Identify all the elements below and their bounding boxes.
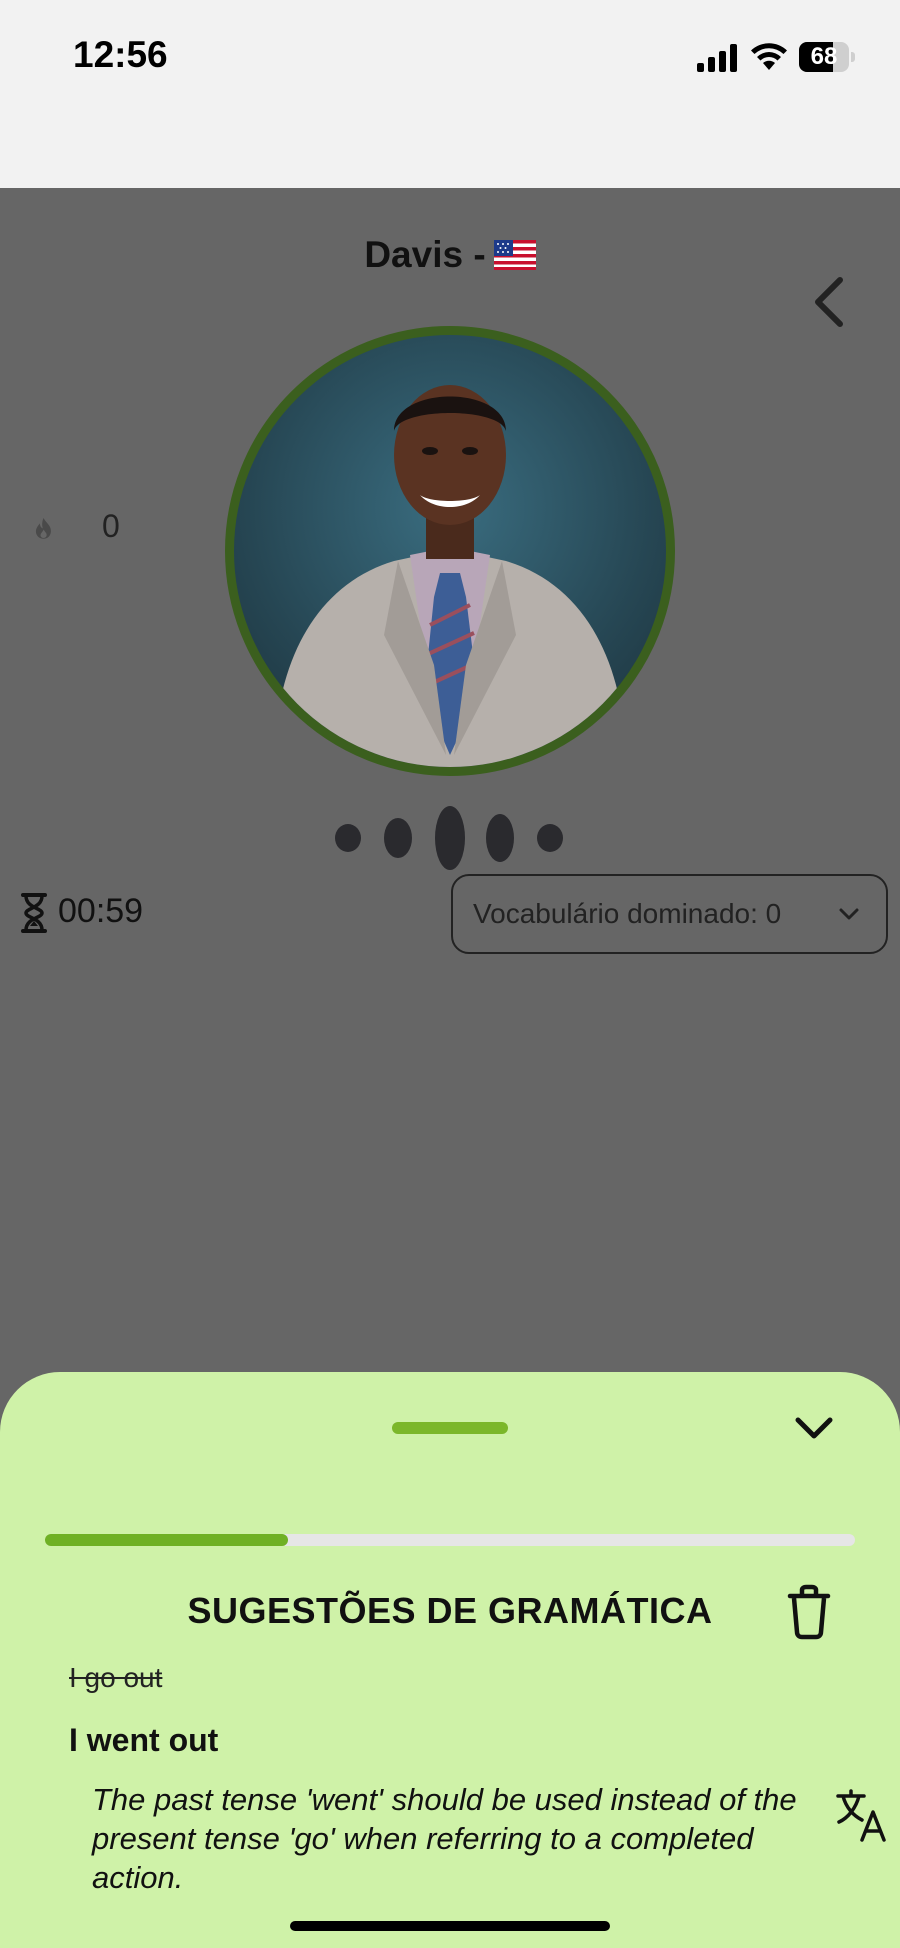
collapse-sheet-button[interactable] [792, 1414, 836, 1444]
original-sentence: I go out [69, 1662, 163, 1693]
vocabulary-dropdown[interactable]: Vocabulário dominado: 0 [451, 874, 888, 954]
trash-icon[interactable] [786, 1584, 832, 1640]
tutor-avatar [225, 326, 675, 776]
suggestion-progress-fill [45, 1534, 288, 1546]
battery-icon: 68 [799, 42, 855, 72]
session-timer: 00:59 [58, 892, 144, 930]
cellular-signal-icon [697, 44, 739, 72]
vocabulary-label: Vocabulário dominado: 0 [473, 898, 782, 929]
tutor-name: Davis - [0, 234, 900, 276]
wifi-icon [751, 43, 787, 70]
battery-level: 68 [810, 43, 838, 70]
voice-activity-indicator [335, 806, 563, 870]
grammar-explanation: The past tense 'went' should be used ins… [92, 1782, 797, 1895]
sheet-title: SUGESTÕES DE GRAMÁTICA [187, 1590, 713, 1631]
flame-icon [35, 518, 51, 539]
grammar-suggestions-sheet: SUGESTÕES DE GRAMÁTICA I go out I went o… [0, 1372, 900, 1948]
chevron-down-icon [839, 908, 859, 920]
status-time: 12:56 [73, 34, 168, 75]
home-indicator [290, 1921, 610, 1931]
sheet-drag-handle[interactable] [392, 1422, 508, 1434]
status-bar: 12:56 68 [0, 0, 900, 188]
suggestion-progress-bar [45, 1534, 855, 1546]
translate-icon[interactable] [834, 1788, 890, 1844]
us-flag-icon [493, 240, 536, 270]
hourglass-icon [21, 893, 47, 933]
streak-count: 0 [102, 508, 120, 544]
corrected-sentence: I went out [69, 1722, 219, 1758]
tutor-name-text: Davis - [364, 234, 486, 275]
tutor-portrait [274, 385, 626, 767]
back-button[interactable] [806, 272, 850, 332]
